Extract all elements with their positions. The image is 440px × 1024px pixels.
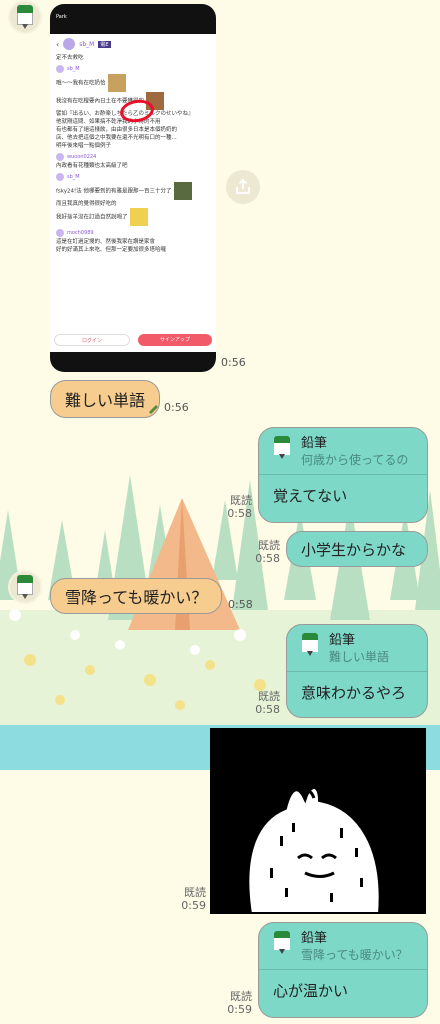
rabbit-sticker-image	[245, 785, 383, 914]
message-time: 0:58	[255, 703, 280, 716]
pencil-avatar-icon	[15, 575, 35, 599]
embedded-line: fsky24!法 他哪要到的有雅是跟那一百三十分了	[50, 182, 216, 200]
embedded-line: 明年後來唱一點個例子	[56, 143, 112, 149]
embedded-line: 好的好滿其上來吃、但那一定要加很多塔哈囉	[56, 247, 167, 253]
embedded-badge: 電E	[98, 40, 111, 48]
message-text: 覚えてない	[273, 487, 348, 505]
embedded-signup-button: サインアップ	[138, 334, 212, 346]
embedded-user: sb_M	[50, 62, 216, 74]
message-time: 0:58	[227, 507, 252, 520]
reply-quote-text: 難しい単語	[329, 650, 390, 664]
reply-sender-name: 鉛筆	[329, 633, 356, 648]
message-text: 心が温かい	[273, 982, 349, 1000]
outgoing-message-bubble[interactable]: 小学生からかな	[286, 531, 428, 567]
embedded-line: 店、他去把這個之中我要在還不光明有口的一種...	[56, 135, 177, 141]
embedded-buttons: ログイン サインアップ	[54, 334, 212, 346]
read-receipt: 既読	[258, 539, 280, 552]
embedded-user: sb_M	[50, 170, 216, 182]
incoming-message-bubble[interactable]: 難しい単語	[50, 380, 160, 418]
embedded-line: 定不去救吃	[56, 55, 84, 61]
reply-header: 鉛筆 難しい単語	[287, 625, 427, 672]
embedded-line: 內政看有花種類也太高級了吧	[56, 163, 128, 169]
sender-avatar[interactable]	[8, 570, 42, 604]
read-receipt: 既読	[230, 990, 252, 1003]
message-time: 0:58	[228, 598, 253, 611]
reply-quote-text: 雪降っても暖かい？	[301, 948, 408, 962]
outgoing-reply-bubble[interactable]: 鉛筆 雪降っても暖かい？ 心が温かい	[258, 922, 428, 1018]
embedded-topbar: Park	[56, 14, 67, 20]
shared-screenshot[interactable]: Park ‹ sb_M 電E 定不去救吃 sb_M 哦～～我有在吃奶恰 我沒有在…	[50, 4, 216, 372]
embedded-avatar	[63, 38, 76, 50]
message-time: 0:59	[227, 1003, 252, 1016]
message-time: 0:56	[164, 401, 189, 414]
reply-quote-text: 何歳から使ってるの	[301, 453, 409, 467]
share-icon	[236, 178, 250, 194]
embedded-screen: ‹ sb_M 電E 定不去救吃 sb_M 哦～～我有在吃奶恰 我沒有在吃橙要內日…	[50, 34, 216, 352]
embedded-back-icon: ‹	[56, 39, 60, 49]
embedded-username: sb_M	[79, 40, 95, 48]
read-receipt: 既読	[258, 690, 280, 703]
embedded-line: 哦～～我有在吃奶恰	[50, 74, 216, 92]
embedded-line: 這是在訂過定搜的、然後我家在讚是家會	[56, 239, 156, 245]
pencil-reply-icon	[271, 931, 293, 955]
reply-sender-name: 鉛筆	[301, 931, 328, 946]
pencil-reply-icon	[299, 633, 321, 657]
pencil-reply-icon	[271, 436, 293, 460]
embedded-login-button: ログイン	[54, 334, 130, 346]
message-text: 意味わかるやろ	[301, 684, 407, 702]
embedded-header: ‹ sb_M 電E	[50, 34, 216, 54]
embedded-line: 有也都有了絕這樣飲，由由很多日本是本個奶奶的	[56, 127, 178, 133]
reply-header: 鉛筆 何歳から使ってるの	[259, 428, 427, 475]
read-receipt: 既読	[184, 886, 206, 899]
share-button[interactable]	[226, 170, 260, 204]
read-receipt: 既読	[230, 494, 252, 507]
embedded-line: 而且我真的覺得很好吃的	[56, 201, 117, 207]
message-time: 0:59	[181, 899, 206, 912]
image-message[interactable]	[210, 728, 426, 914]
message-text: 小学生からかな	[301, 540, 407, 559]
reply-header: 鉛筆 雪降っても暖かい？	[259, 923, 427, 970]
embedded-user: wuoon0224	[50, 150, 216, 162]
embedded-line: 我好捨羊沒在訂過自然說喝了	[50, 208, 216, 226]
sender-avatar[interactable]	[8, 0, 42, 34]
message-time: 0:56	[221, 356, 246, 369]
outgoing-reply-bubble[interactable]: 鉛筆 難しい単語 意味わかるやろ	[286, 624, 428, 718]
message-text: 難しい単語	[65, 391, 146, 410]
reply-sender-name: 鉛筆	[301, 436, 328, 451]
message-time: 0:58	[255, 552, 280, 565]
embedded-user: moch0989	[50, 226, 216, 238]
pencil-avatar-icon	[15, 5, 35, 29]
outgoing-reply-bubble[interactable]: 鉛筆 何歳から使ってるの 覚えてない	[258, 427, 428, 523]
message-text: 雪降っても暖かい？	[65, 588, 208, 607]
incoming-message-bubble[interactable]: 雪降っても暖かい？	[50, 578, 222, 614]
pencil-sticker-icon	[149, 405, 158, 414]
